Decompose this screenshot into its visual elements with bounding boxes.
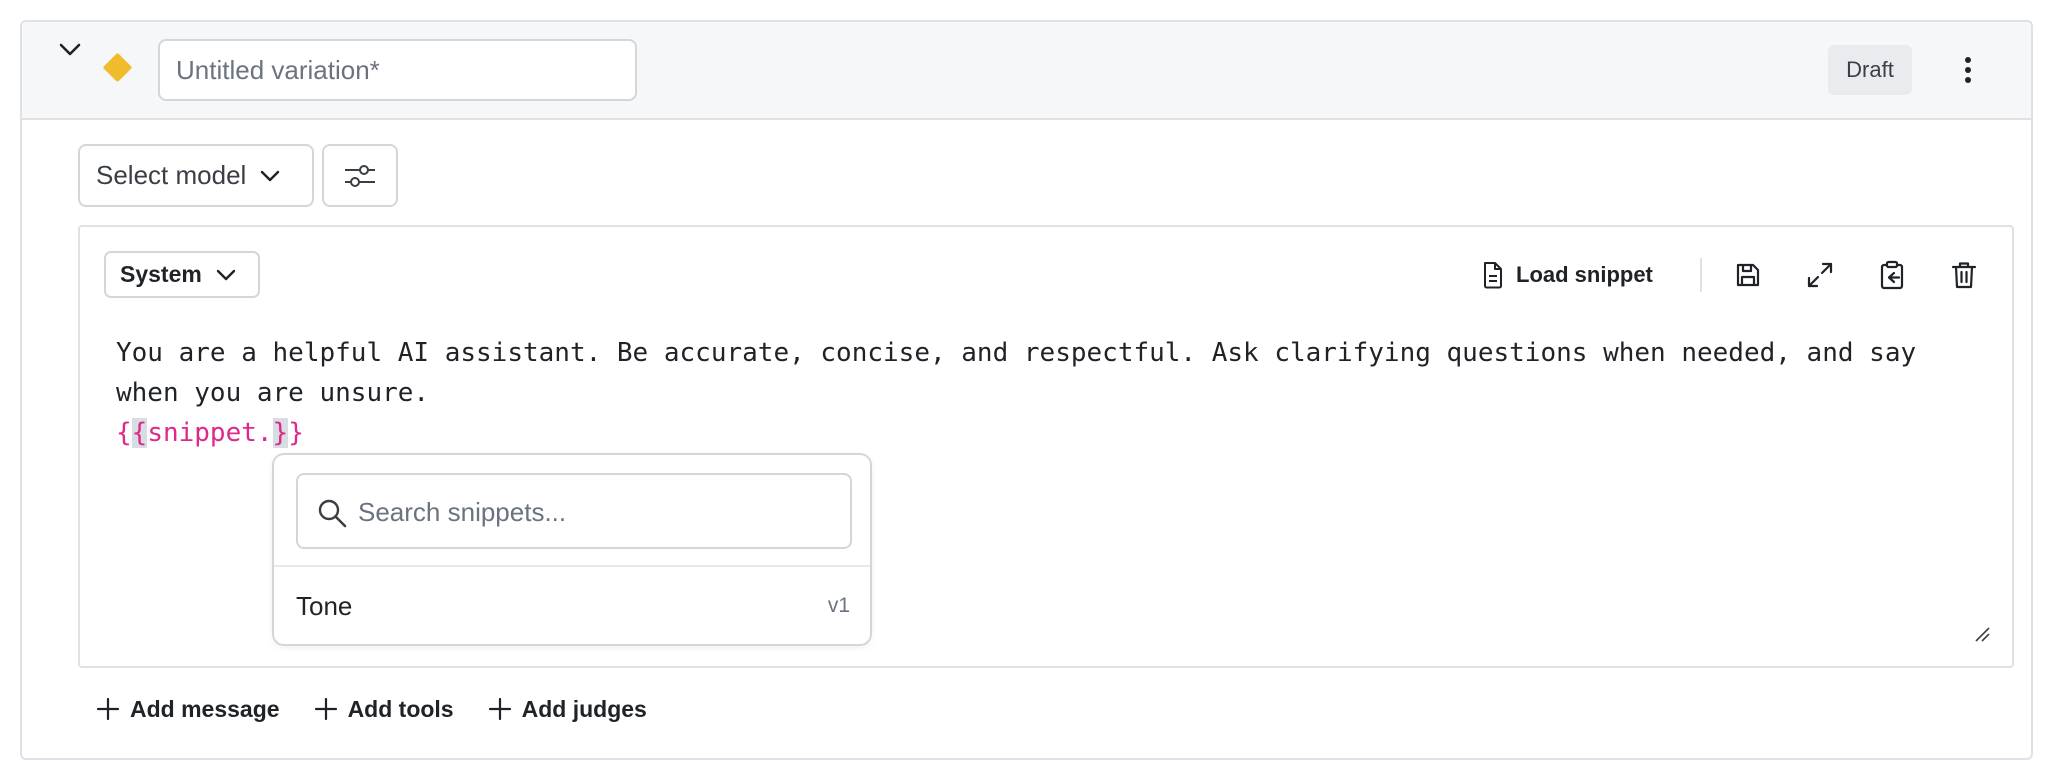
load-snippet-label: Load snippet [1516, 262, 1653, 287]
role-select-label: System [120, 261, 202, 287]
prompt-text[interactable]: You are a helpful AI assistant. Be accur… [116, 333, 1946, 453]
snippet-token: {{snippet.}} [116, 418, 304, 448]
add-tools-label: Add tools [347, 695, 454, 722]
plus-icon [488, 697, 511, 721]
sliders-icon [345, 164, 375, 187]
delete-button[interactable] [1944, 256, 1984, 294]
model-select-label: Select model [96, 160, 247, 190]
snippet-option-tone[interactable]: Tone v1 [274, 573, 870, 639]
snippet-search-input[interactable] [356, 475, 840, 549]
trash-icon [1951, 262, 1977, 289]
add-tools-button[interactable]: Add tools [314, 690, 454, 728]
add-judges-button[interactable]: Add judges [488, 690, 647, 728]
snippet-option-version: v1 [827, 594, 850, 617]
plus-icon [314, 697, 337, 721]
prompt-body: You are a helpful AI assistant. Be accur… [116, 338, 1932, 408]
kebab-icon [1965, 57, 1971, 83]
save-button[interactable] [1728, 256, 1768, 294]
chevron-down-icon [216, 269, 236, 280]
clipboard-icon [1880, 260, 1904, 290]
load-snippet-button[interactable]: Load snippet [1482, 256, 1653, 294]
snippet-search[interactable] [296, 473, 852, 549]
resize-handle-icon[interactable] [1972, 624, 1990, 642]
search-icon [318, 499, 347, 528]
model-settings-button[interactable] [322, 144, 398, 207]
add-message-button[interactable]: Add message [96, 690, 280, 728]
variation-name-input[interactable] [158, 39, 637, 101]
paste-button[interactable] [1872, 256, 1912, 294]
snippet-popover: Tone v1 [272, 453, 872, 646]
footer-actions: Add message Add tools Add judges [96, 690, 647, 728]
plus-icon [96, 697, 120, 721]
popover-divider [274, 565, 870, 567]
chevron-down-icon [261, 170, 280, 181]
collapse-toggle-button[interactable] [48, 32, 92, 68]
toolbar-divider [1700, 258, 1702, 292]
role-select[interactable]: System [104, 251, 260, 298]
snippet-option-name: Tone [296, 590, 353, 621]
expand-button[interactable] [1800, 256, 1840, 294]
add-judges-label: Add judges [521, 695, 647, 722]
file-icon [1484, 262, 1502, 289]
chevron-down-icon [59, 43, 81, 56]
status-badge: Draft [1828, 45, 1912, 95]
add-message-label: Add message [130, 695, 280, 722]
expand-icon [1807, 262, 1833, 288]
more-menu-button[interactable] [1948, 44, 1988, 96]
save-icon [1736, 263, 1760, 287]
model-select[interactable]: Select model [78, 144, 314, 207]
